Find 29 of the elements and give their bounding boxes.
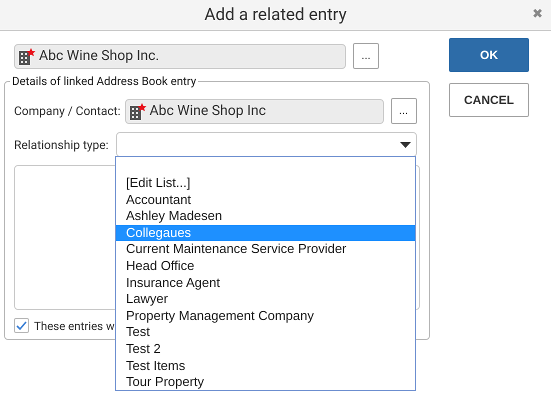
dropdown-option[interactable]: Head Office: [116, 258, 415, 275]
caret-icon: [400, 142, 411, 148]
window-title: Add a related entry: [204, 5, 347, 25]
building-icon: [128, 102, 146, 120]
dropdown-option[interactable]: Accountant: [116, 192, 415, 208]
cancel-button[interactable]: CANCEL: [449, 83, 529, 117]
browse-button[interactable]: ...: [353, 43, 379, 69]
field-label: Relationship type:: [14, 138, 109, 152]
dropdown-option[interactable]: Ashley Madesen: [116, 208, 415, 225]
dropdown-option[interactable]: [Edit List...]: [116, 175, 415, 192]
checkbox-label: These entries w: [34, 318, 115, 332]
dropdown-option[interactable]: Current Maintenance Service Provider: [116, 241, 415, 258]
dropdown-option[interactable]: Insurance Agent: [116, 274, 415, 292]
dropdown-option[interactable]: Test Items: [116, 358, 415, 374]
relationship-dropdown[interactable]: [116, 132, 417, 157]
ok-button[interactable]: OK: [449, 38, 529, 72]
check-icon: [16, 321, 27, 330]
dropdown-option[interactable]: Test 2: [116, 340, 415, 358]
dropdown-option[interactable]: Tour Property: [116, 374, 415, 391]
building-icon: [18, 48, 36, 64]
dropdown-option[interactable]: Property Management Company: [116, 308, 415, 324]
dropdown-option[interactable]: Test: [116, 324, 415, 341]
group-legend: Details of linked Address Book entry: [10, 74, 198, 88]
entry-field[interactable]: Abc Wine Shop Inc.: [14, 44, 346, 68]
checkbox[interactable]: [14, 318, 29, 333]
dropdown-option[interactable]: Lawyer: [116, 291, 415, 308]
company-field[interactable]: Abc Wine Shop Inc: [124, 98, 384, 124]
field-label: Company / Contact:: [14, 104, 120, 118]
browse-button[interactable]: ...: [390, 98, 416, 124]
